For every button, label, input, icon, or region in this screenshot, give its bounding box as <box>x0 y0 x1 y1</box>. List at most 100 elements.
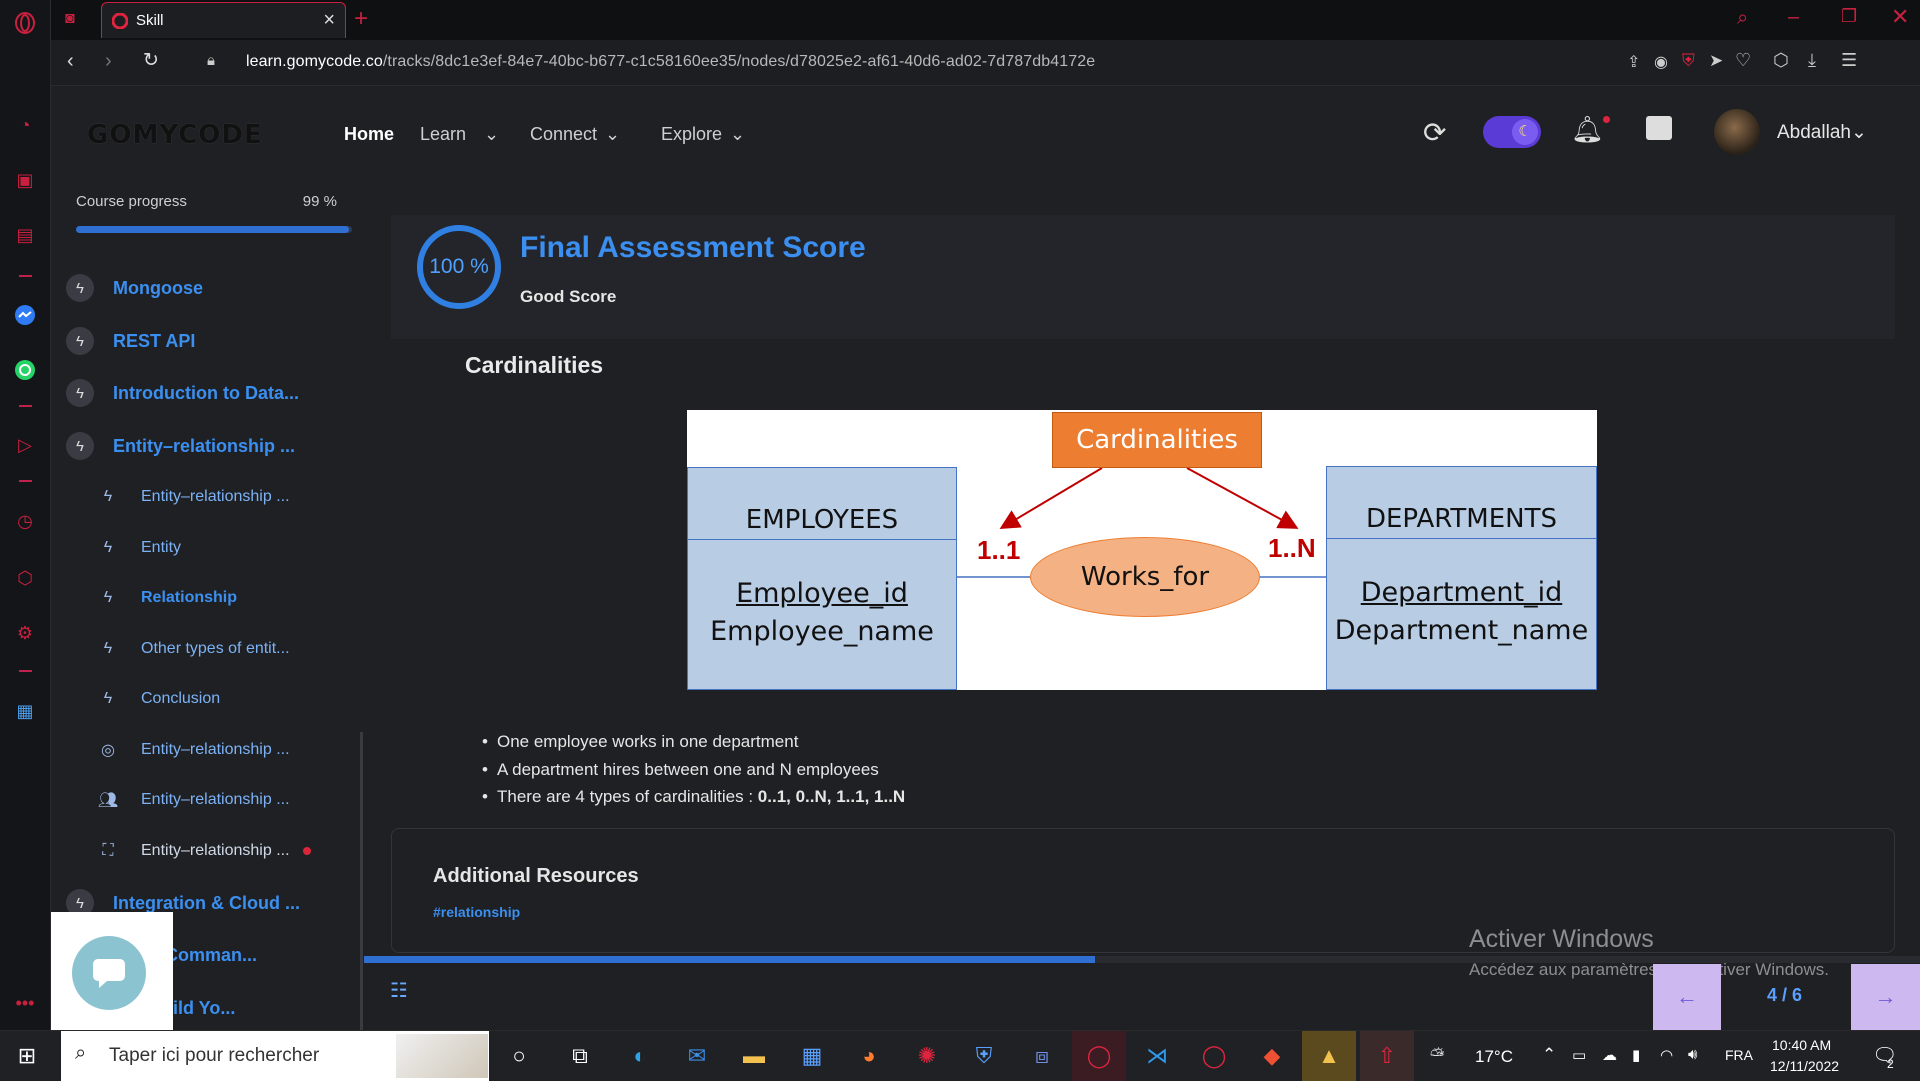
vscode-icon[interactable]: ⋊ <box>1130 1031 1184 1081</box>
extensions-icon[interactable]: ⬡ <box>12 565 38 591</box>
lesson-item[interactable]: ⛶ Entity–relationship ... <box>96 833 311 869</box>
bell-icon[interactable]: 🔔︎ <box>1571 114 1604 145</box>
lesson-item[interactable]: ϟ Entity–relationship ... <box>96 479 290 515</box>
resource-tag-link[interactable]: #relationship <box>433 904 520 920</box>
avatar[interactable] <box>1714 109 1760 155</box>
meet-icon[interactable]: ▭ <box>1572 1046 1586 1064</box>
new-tab-icon[interactable]: + <box>354 5 368 33</box>
lesson-item[interactable]: ϟ Conclusion <box>96 681 220 717</box>
opera-logo-icon[interactable] <box>12 10 38 36</box>
moon-icon: ☾ <box>1512 119 1538 145</box>
remote-app-icon[interactable]: ⧈ <box>1015 1031 1069 1081</box>
easy-setup-icon[interactable]: ☰ <box>1841 50 1857 71</box>
chapter-mongoose[interactable]: ϟ Mongoose <box>66 268 203 308</box>
lesson-item-current[interactable]: ϟ Relationship <box>96 580 237 616</box>
sync-icon[interactable]: ⟳ <box>1423 116 1446 149</box>
messenger-icon[interactable] <box>12 302 38 328</box>
camera-icon[interactable]: ◉ <box>1654 52 1668 72</box>
vpn-shield-icon[interactable]: ⛨ <box>1682 51 1695 71</box>
lesson-item[interactable]: ϟ Entity <box>96 530 181 566</box>
weather-temp[interactable]: 17°C <box>1475 1047 1513 1067</box>
chapter-entity-relationship[interactable]: ϟ Entity–relationship ... <box>66 426 295 466</box>
settings-icon[interactable]: ⚙ <box>12 620 38 646</box>
mail-icon[interactable]: ✉ <box>670 1031 724 1081</box>
whatsapp-icon[interactable] <box>12 357 38 383</box>
firefox-icon[interactable]: ◕ <box>842 1031 896 1081</box>
url-field[interactable]: learn.gomycode.co/tracks/8dc1e3ef-84e7-4… <box>246 53 1095 71</box>
chat-bubble-icon <box>93 959 125 988</box>
send-icon[interactable]: ➤ <box>1709 51 1723 71</box>
task-view-icon[interactable]: ⧉ <box>553 1031 607 1081</box>
share-icon[interactable]: ⇪ <box>1627 52 1640 72</box>
clock-time[interactable]: 10:40 AM <box>1772 1037 1831 1053</box>
twitch-icon[interactable]: ▤ <box>12 222 38 248</box>
volume-icon[interactable]: 🔊︎ <box>1688 1046 1697 1063</box>
entity-key-attr: Employee_id <box>736 578 908 609</box>
nav-home[interactable]: Home <box>344 124 394 145</box>
search-tabs-icon[interactable]: ⌕ <box>1737 7 1748 30</box>
reload-icon[interactable]: ↻ <box>143 49 159 72</box>
eagle-image <box>396 1034 488 1078</box>
wifi-icon[interactable]: ◠ <box>1660 1046 1673 1064</box>
close-tab-icon[interactable]: × <box>323 9 335 32</box>
dark-mode-toggle[interactable]: ☾ <box>1483 116 1541 148</box>
lock-icon[interactable]: 🔒︎ <box>207 52 215 69</box>
player-icon[interactable]: ▷ <box>12 432 38 458</box>
store-icon[interactable]: ▦ <box>785 1031 839 1081</box>
upload-app-icon[interactable]: ⇧ <box>1360 1031 1414 1081</box>
more-icon[interactable]: ••• <box>12 990 38 1016</box>
file-explorer-icon[interactable]: ▬ <box>727 1031 781 1081</box>
unread-dot <box>302 847 311 855</box>
forward-icon[interactable]: › <box>105 50 112 73</box>
lesson-item[interactable]: ϟ Other types of entit... <box>96 631 290 667</box>
opera-taskbar-icon[interactable]: ◯ <box>1187 1031 1241 1081</box>
battery-icon[interactable]: ▮ <box>1632 1046 1640 1064</box>
cortana-icon[interactable]: ○ <box>492 1031 546 1081</box>
language-indicator[interactable]: FRA <box>1725 1047 1753 1063</box>
tab-skill[interactable]: Skill × <box>101 2 346 38</box>
history-icon[interactable]: ◷ <box>12 508 38 534</box>
nav-connect[interactable]: Connect ⌄ <box>530 124 620 145</box>
restore-icon[interactable]: ❐ <box>1841 6 1857 27</box>
heart-icon[interactable]: ♡ <box>1735 50 1751 71</box>
chapter-intro-databases[interactable]: ϟ Introduction to Data... <box>66 373 299 413</box>
nav-explore[interactable]: Explore ⌄ <box>661 124 745 145</box>
lesson-item[interactable]: ◎ Entity–relationship ... <box>96 732 290 768</box>
clock-date[interactable]: 12/11/2022 <box>1770 1058 1839 1074</box>
lesson-item[interactable]: 👥︎ Entity–relationship ... <box>96 782 290 818</box>
close-window-icon[interactable]: ✕ <box>1891 4 1909 30</box>
minimize-icon[interactable]: – <box>1788 6 1799 29</box>
shield-app-icon[interactable]: ⛨ <box>957 1031 1011 1081</box>
user-menu[interactable]: Abdallah⌄ <box>1777 121 1867 144</box>
opera-gx-taskbar-icon[interactable]: ◯ <box>1072 1031 1126 1081</box>
er-diagram: EMPLOYEES Employee_id Employee_name DEPA… <box>687 410 1597 690</box>
gomycode-logo[interactable]: GOMYCODE <box>87 120 263 150</box>
windows-start-icon[interactable]: ⊞ <box>0 1031 54 1081</box>
speed-dial-icon[interactable]: ◔ <box>12 112 38 138</box>
bolt-icon: ϟ <box>103 640 113 657</box>
previous-button[interactable]: ← <box>1653 964 1721 1030</box>
bag-icon[interactable]: ▣ <box>12 167 38 193</box>
lesson-label: Entity <box>141 539 182 556</box>
tray-chevron-up-icon[interactable]: ⌃ <box>1542 1045 1556 1065</box>
download-icon[interactable]: ⤓ <box>1808 50 1816 71</box>
onedrive-icon[interactable]: ☁ <box>1602 1046 1617 1064</box>
chevron-down-icon: ⌄ <box>1850 122 1867 143</box>
next-button[interactable]: → <box>1851 964 1920 1030</box>
outline-list-icon[interactable]: ☷ <box>390 978 408 1003</box>
files-taskbar-icon[interactable]: ▲ <box>1302 1031 1356 1081</box>
chapter-rest-api[interactable]: ϟ REST API <box>66 321 195 361</box>
git-icon[interactable]: ◆ <box>1245 1031 1299 1081</box>
security-app-icon[interactable]: ✺ <box>900 1031 954 1081</box>
translate-icon[interactable]: ▦ <box>12 698 38 724</box>
gamepad-icon[interactable]: ◙ <box>65 10 75 28</box>
taskbar-search[interactable]: ⌕ Taper ici pour rechercher <box>61 1031 489 1081</box>
cube-icon[interactable]: ⬡ <box>1773 50 1789 71</box>
chat-icon[interactable] <box>1646 116 1672 140</box>
edge-icon[interactable]: ◐ <box>613 1031 667 1081</box>
back-icon[interactable]: ‹ <box>67 50 74 73</box>
chat-launcher-button[interactable] <box>72 936 146 1010</box>
nav-learn[interactable]: Learn ⌄ <box>420 124 499 145</box>
weather-icon[interactable]: ⛅︎ <box>1430 1045 1444 1066</box>
panel-scrollbar[interactable] <box>360 732 363 1032</box>
